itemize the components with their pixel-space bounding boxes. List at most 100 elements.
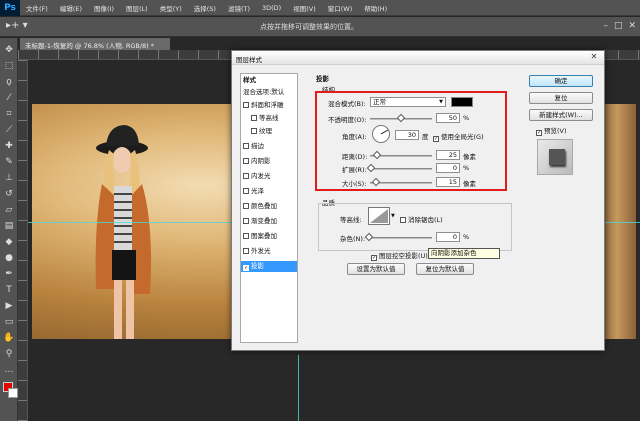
antialias-checkbox[interactable]: 消除锯齿(L) (400, 214, 443, 224)
checkbox[interactable] (243, 143, 249, 149)
checkbox[interactable]: ✓ (371, 255, 377, 261)
menu-window[interactable]: 窗口(W) (322, 3, 359, 13)
style-inner-glow[interactable]: 内发光 (241, 171, 297, 182)
history-brush-icon[interactable]: ↺ (2, 188, 16, 200)
angle-dial[interactable] (372, 125, 390, 143)
menu-filter[interactable]: 滤镜(T) (222, 3, 256, 13)
preview-checkbox[interactable]: ✓ 预览(V) (536, 125, 567, 136)
checkbox[interactable]: ✓ (433, 136, 439, 142)
distance-unit: 像素 (463, 153, 476, 161)
background-color-swatch[interactable] (8, 388, 18, 398)
path-select-icon[interactable]: ▶ (2, 300, 16, 312)
style-label: 内发光 (251, 172, 271, 180)
style-inner-shadow[interactable]: 内阴影 (241, 156, 297, 167)
global-light-label: 使用全局光(G) (441, 133, 484, 141)
checkbox[interactable] (400, 217, 406, 223)
close-window-icon[interactable]: ✕ (628, 21, 636, 31)
spread-field[interactable]: 0 (436, 163, 460, 173)
reset-button[interactable]: 复位 (529, 92, 593, 104)
style-outer-glow[interactable]: 外发光 (241, 246, 297, 257)
style-stroke[interactable]: 描边 (241, 141, 297, 152)
checkbox[interactable]: ✓ (243, 265, 249, 271)
set-default-button[interactable]: 设置为默认值 (347, 263, 405, 275)
move-tool-icon[interactable]: ▸+ ▾ (6, 20, 28, 34)
shape-icon[interactable]: ▭ (2, 316, 16, 328)
checkbox[interactable] (243, 158, 249, 164)
spread-slider[interactable] (370, 168, 432, 170)
pen-icon[interactable]: ✒ (2, 268, 16, 280)
menu-image[interactable]: 图像(I) (88, 3, 120, 13)
dodge-icon[interactable]: ● (2, 252, 16, 264)
reset-default-button[interactable]: 复位为默认值 (416, 263, 474, 275)
checkbox[interactable] (243, 173, 249, 179)
ruler-vertical[interactable] (18, 60, 28, 421)
healing-icon[interactable]: ✚ (2, 140, 16, 152)
contour-picker[interactable] (368, 207, 390, 225)
quick-select-icon[interactable]: ⁄ (2, 92, 16, 104)
angle-field[interactable]: 30 (395, 130, 419, 140)
noise-field[interactable]: 0 (436, 232, 460, 242)
checkbox[interactable] (243, 203, 249, 209)
checkbox[interactable] (243, 233, 249, 239)
checkbox[interactable] (243, 218, 249, 224)
chevron-down-icon[interactable]: ▼ (391, 213, 395, 219)
menu-select[interactable]: 选择(S) (188, 3, 222, 13)
noise-slider[interactable] (368, 237, 432, 239)
new-style-button[interactable]: 新建样式(W)... (529, 109, 593, 121)
gradient-icon[interactable]: ▤ (2, 220, 16, 232)
document-tab[interactable]: 未标题-1-恢复的 @ 76.8% (人物, RGB/8) * (20, 38, 170, 50)
knockout-checkbox[interactable]: ✓ 图层挖空投影(U) (371, 250, 428, 261)
lasso-icon[interactable]: ϙ (2, 76, 16, 88)
eraser-icon[interactable]: ▱ (2, 204, 16, 216)
styles-header[interactable]: 样式 (241, 75, 297, 86)
style-blending-options[interactable]: 混合选项:默认 (241, 87, 297, 98)
menu-type[interactable]: 类型(Y) (154, 3, 188, 13)
dialog-title-bar[interactable]: 图层样式 ✕ (232, 51, 604, 65)
guide-line-vertical[interactable] (298, 355, 299, 421)
menu-file[interactable]: 文件(F) (20, 3, 54, 13)
crop-icon[interactable]: ⌗ (2, 108, 16, 120)
blur-icon[interactable]: ◆ (2, 236, 16, 248)
style-satin[interactable]: 光泽 (241, 186, 297, 197)
shadow-color-swatch[interactable] (451, 97, 473, 107)
eyedropper-icon[interactable]: ⟋ (2, 124, 16, 136)
ok-button[interactable]: 确定 (529, 75, 593, 87)
size-field[interactable]: 15 (436, 177, 460, 187)
menu-3d[interactable]: 3D(D) (256, 4, 287, 12)
style-color-overlay[interactable]: 颜色叠加 (241, 201, 297, 212)
checkbox[interactable] (243, 188, 249, 194)
style-gradient-overlay[interactable]: 渐变叠加 (241, 216, 297, 227)
global-light-checkbox[interactable]: ✓ 使用全局光(G) (433, 131, 484, 142)
style-label: 外发光 (251, 247, 271, 255)
menu-layer[interactable]: 图层(L) (120, 3, 154, 13)
minimize-icon[interactable]: – (603, 21, 608, 31)
distance-field[interactable]: 25 (436, 150, 460, 160)
style-drop-shadow[interactable]: ✓ 投影 (241, 261, 297, 272)
blend-mode-value: 正常 (373, 98, 386, 106)
style-bevel-emboss[interactable]: 斜面和浮雕 (241, 100, 297, 111)
style-texture[interactable]: 纹理 (241, 126, 297, 137)
marquee-icon[interactable]: ⬚ (2, 60, 16, 72)
type-icon[interactable]: T (2, 284, 16, 296)
style-contour[interactable]: 等高线 (241, 113, 297, 124)
maximize-icon[interactable]: □ (614, 21, 623, 31)
brush-icon[interactable]: ✎ (2, 156, 16, 168)
checkbox[interactable] (243, 248, 249, 254)
checkbox[interactable] (243, 102, 249, 108)
menu-view[interactable]: 视图(V) (287, 3, 322, 13)
menu-help[interactable]: 帮助(H) (358, 3, 393, 13)
checkbox[interactable] (251, 128, 257, 134)
zoom-icon[interactable]: ⚲ (2, 348, 16, 360)
move-icon[interactable]: ✥ (2, 44, 16, 56)
stamp-icon[interactable]: ⊥ (2, 172, 16, 184)
menu-edit[interactable]: 编辑(E) (54, 3, 88, 13)
checkbox[interactable] (251, 115, 257, 121)
opacity-field[interactable]: 50 (436, 113, 460, 123)
hand-icon[interactable]: ✋ (2, 332, 16, 344)
checkbox[interactable]: ✓ (536, 130, 542, 136)
photoshop-logo: Ps (0, 0, 20, 16)
more-tools-icon[interactable]: … (2, 364, 16, 376)
style-pattern-overlay[interactable]: 图案叠加 (241, 231, 297, 242)
close-icon[interactable]: ✕ (588, 52, 600, 63)
blend-mode-select[interactable]: 正常 ▼ (370, 97, 446, 107)
